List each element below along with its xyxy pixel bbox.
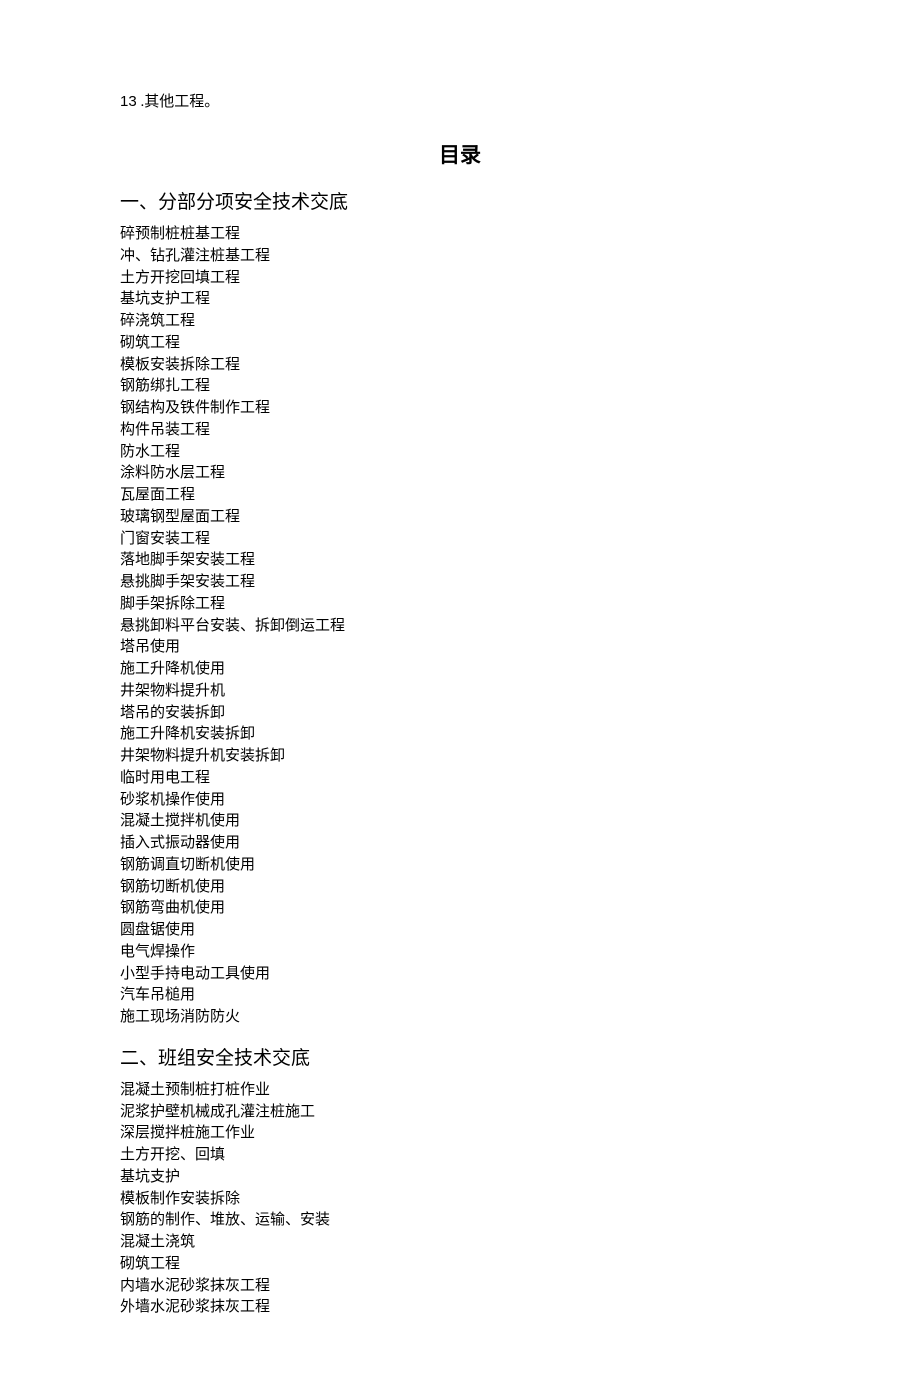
toc-item: 悬挑脚手架安装工程 — [120, 572, 800, 594]
top-text: .其他工程。 — [137, 94, 220, 110]
toc-item: 泥浆护壁机械成孔灌注桩施工 — [120, 1102, 800, 1124]
toc-item: 钢筋切断机使用 — [120, 877, 800, 899]
toc-item: 模板制作安装拆除 — [120, 1189, 800, 1211]
toc-item: 基坑支护工程 — [120, 289, 800, 311]
toc-item: 玻璃钢型屋面工程 — [120, 507, 800, 529]
toc-item: 小型手持电动工具使用 — [120, 964, 800, 986]
toc-item: 土方开挖回填工程 — [120, 268, 800, 290]
top-number: 13 — [120, 93, 137, 110]
toc-item: 圆盘锯使用 — [120, 920, 800, 942]
toc-item: 门窗安装工程 — [120, 529, 800, 551]
toc-item: 井架物料提升机安装拆卸 — [120, 746, 800, 768]
toc-item: 钢筋绑扎工程 — [120, 376, 800, 398]
toc-item: 内墙水泥砂浆抹灰工程 — [120, 1276, 800, 1298]
toc-item: 混凝土浇筑 — [120, 1232, 800, 1254]
toc-item: 钢筋的制作、堆放、运输、安装 — [120, 1210, 800, 1232]
toc-item: 砌筑工程 — [120, 333, 800, 355]
toc-item: 砌筑工程 — [120, 1254, 800, 1276]
toc-item: 碎浇筑工程 — [120, 311, 800, 333]
toc-item: 土方开挖、回填 — [120, 1145, 800, 1167]
toc-item: 塔吊使用 — [120, 637, 800, 659]
page-title: 目录 — [120, 139, 800, 169]
toc-item: 施工升降机使用 — [120, 659, 800, 681]
toc-item: 混凝土预制桩打桩作业 — [120, 1080, 800, 1102]
toc-item: 深层搅拌桩施工作业 — [120, 1123, 800, 1145]
toc-item: 脚手架拆除工程 — [120, 594, 800, 616]
toc-item: 施工现场消防防火 — [120, 1007, 800, 1029]
toc-item: 瓦屋面工程 — [120, 485, 800, 507]
toc-item: 涂料防水层工程 — [120, 463, 800, 485]
toc-item: 砂浆机操作使用 — [120, 790, 800, 812]
toc-item: 井架物料提升机 — [120, 681, 800, 703]
toc-item: 钢筋调直切断机使用 — [120, 855, 800, 877]
section-heading: 一、分部分项安全技术交底 — [120, 187, 800, 214]
toc-item: 钢筋弯曲机使用 — [120, 898, 800, 920]
document-page: 13 .其他工程。 目录 一、分部分项安全技术交底碎预制桩桩基工程冲、钻孔灌注桩… — [0, 0, 920, 1379]
toc-item: 施工升降机安装拆卸 — [120, 724, 800, 746]
toc-item: 防水工程 — [120, 442, 800, 464]
toc-item: 汽车吊槌用 — [120, 985, 800, 1007]
toc-item: 悬挑卸料平台安装、拆卸倒运工程 — [120, 616, 800, 638]
toc-item: 落地脚手架安装工程 — [120, 550, 800, 572]
toc-item: 冲、钻孔灌注桩基工程 — [120, 246, 800, 268]
toc-item: 电气焊操作 — [120, 942, 800, 964]
toc-item: 基坑支护 — [120, 1167, 800, 1189]
toc-item: 构件吊装工程 — [120, 420, 800, 442]
toc-item: 钢结构及铁件制作工程 — [120, 398, 800, 420]
toc-body: 一、分部分项安全技术交底碎预制桩桩基工程冲、钻孔灌注桩基工程土方开挖回填工程基坑… — [120, 187, 800, 1319]
toc-item: 碎预制桩桩基工程 — [120, 224, 800, 246]
toc-item: 插入式振动器使用 — [120, 833, 800, 855]
section-heading: 二、班组安全技术交底 — [120, 1043, 800, 1070]
toc-item: 模板安装拆除工程 — [120, 355, 800, 377]
toc-item: 塔吊的安装拆卸 — [120, 703, 800, 725]
toc-item: 混凝土搅拌机使用 — [120, 811, 800, 833]
toc-item: 临时用电工程 — [120, 768, 800, 790]
top-paragraph: 13 .其他工程。 — [120, 90, 800, 111]
